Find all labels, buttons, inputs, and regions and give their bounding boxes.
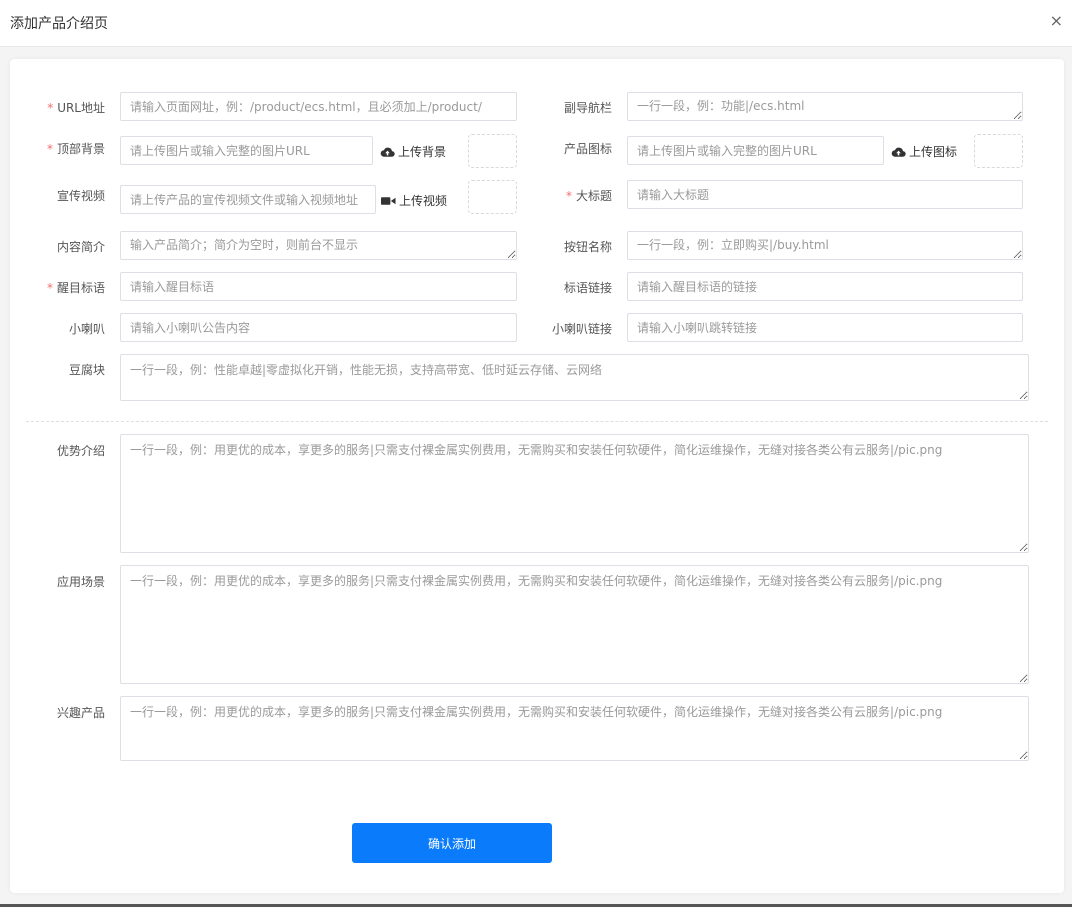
submit-button[interactable]: 确认添加 bbox=[352, 823, 552, 863]
upload-icon-button[interactable]: 上传图标 bbox=[891, 143, 957, 160]
horn-link-label: 小喇叭链接 bbox=[551, 322, 612, 336]
tofu-textarea[interactable] bbox=[120, 354, 1029, 401]
subnav-textarea[interactable] bbox=[627, 92, 1023, 121]
intro-label: 内容简介 bbox=[56, 240, 105, 254]
upload-video-label: 上传视频 bbox=[399, 194, 448, 208]
bg-preview bbox=[468, 134, 517, 168]
cloud-upload-icon bbox=[891, 147, 906, 157]
horn-input[interactable] bbox=[120, 313, 517, 342]
dialog-header: 添加产品介绍页 × bbox=[0, 0, 1072, 47]
top-bg-label: * 顶部背景 bbox=[46, 142, 105, 156]
icon-preview bbox=[974, 134, 1023, 168]
interests-textarea[interactable] bbox=[120, 696, 1029, 761]
promo-video-label: 宣传视频 bbox=[56, 189, 105, 203]
cloud-upload-icon bbox=[380, 147, 395, 157]
close-icon[interactable]: × bbox=[1050, 12, 1063, 30]
url-label: * URL地址 bbox=[47, 101, 105, 115]
button-name-textarea[interactable] bbox=[627, 231, 1023, 260]
video-camera-icon bbox=[381, 196, 396, 205]
dialog-title: 添加产品介绍页 bbox=[10, 16, 108, 32]
subnav-label: 副导航栏 bbox=[563, 101, 612, 115]
section-divider bbox=[26, 421, 1048, 422]
scenarios-label: 应用场景 bbox=[56, 575, 105, 589]
headline-input[interactable] bbox=[627, 180, 1023, 209]
upload-icon-label: 上传图标 bbox=[909, 145, 958, 159]
video-preview bbox=[468, 180, 517, 214]
url-input[interactable] bbox=[120, 92, 517, 121]
interests-label: 兴趣产品 bbox=[56, 706, 105, 720]
horn-label: 小喇叭 bbox=[68, 322, 105, 336]
tofu-label: 豆腐块 bbox=[68, 363, 105, 377]
upload-bg-label: 上传背景 bbox=[398, 145, 447, 159]
scenarios-textarea[interactable] bbox=[120, 565, 1029, 684]
slogan-link-label: 标语链接 bbox=[563, 281, 612, 295]
advantages-label: 优势介绍 bbox=[56, 444, 105, 458]
horn-link-input[interactable] bbox=[627, 313, 1023, 342]
upload-video-button[interactable]: 上传视频 bbox=[381, 192, 447, 209]
upload-bg-button[interactable]: 上传背景 bbox=[380, 143, 446, 160]
intro-textarea[interactable] bbox=[120, 231, 517, 260]
promo-video-input[interactable] bbox=[120, 185, 376, 214]
product-icon-label: 产品图标 bbox=[563, 142, 612, 156]
slogan-label: * 醒目标语 bbox=[46, 281, 105, 295]
top-bg-input[interactable] bbox=[120, 136, 373, 165]
advantages-textarea[interactable] bbox=[120, 434, 1029, 553]
slogan-input[interactable] bbox=[120, 272, 517, 301]
product-icon-input[interactable] bbox=[627, 136, 884, 165]
headline-label: * 大标题 bbox=[565, 189, 612, 203]
slogan-link-input[interactable] bbox=[627, 272, 1023, 301]
button-name-label: 按钮名称 bbox=[563, 240, 612, 254]
form-card: *URL地址 副导航栏 *顶部背景 上传背景 产品图标 上传图标 宣传视频 上传… bbox=[10, 59, 1064, 893]
